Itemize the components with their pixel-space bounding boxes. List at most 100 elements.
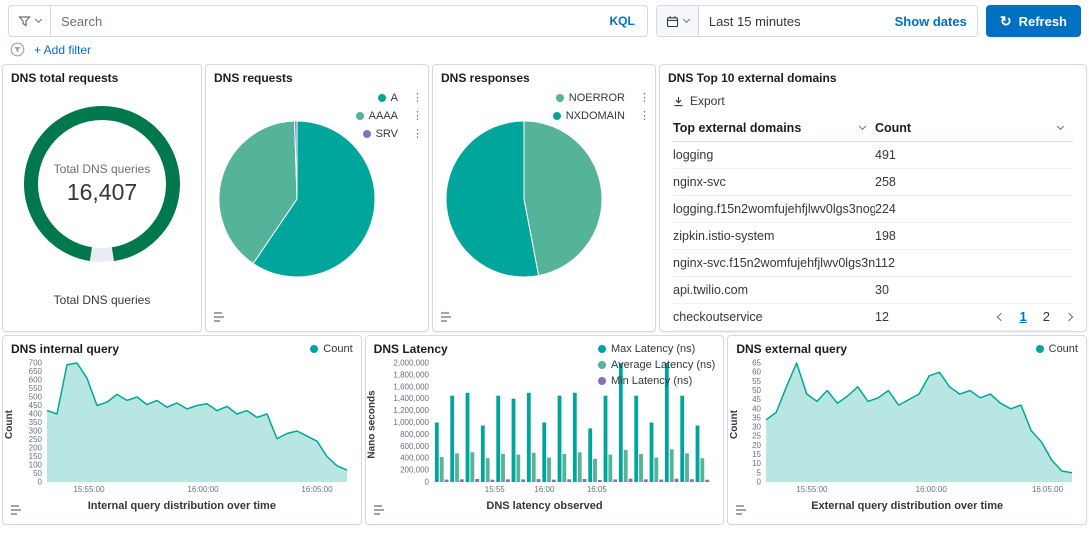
legend-toggle-icon[interactable] <box>10 504 28 519</box>
domain-cell: zipkin.istio-system <box>673 223 875 250</box>
svg-text:550: 550 <box>29 384 43 393</box>
legend-item[interactable]: Count <box>1036 343 1078 355</box>
svg-text:300: 300 <box>29 427 43 436</box>
count-cell: 198 <box>875 223 1073 250</box>
refresh-button[interactable]: ↻ Refresh <box>986 5 1081 37</box>
download-icon <box>673 96 684 107</box>
show-dates-button[interactable]: Show dates <box>885 14 977 29</box>
svg-text:15:55: 15:55 <box>484 485 505 494</box>
legend-item[interactable]: A⋮ <box>378 91 423 104</box>
legend-options-icon[interactable]: ⋮ <box>412 91 423 104</box>
legend-options-icon[interactable]: ⋮ <box>412 109 423 122</box>
panel-top-external-domains: DNS Top 10 external domains Export Top e… <box>659 64 1087 332</box>
svg-text:2,000,000: 2,000,000 <box>393 359 429 368</box>
panel-dns-external-query: DNS external query Count Count 051015202… <box>727 335 1087 525</box>
legend-dot-icon <box>1036 345 1044 353</box>
legend-toggle-icon[interactable] <box>440 311 458 326</box>
legend-item[interactable]: Min Latency (ns) <box>598 375 692 387</box>
legend-dot-icon <box>356 112 364 120</box>
legend-options-icon[interactable]: ⋮ <box>639 109 650 122</box>
add-filter-button[interactable]: + Add filter <box>34 43 91 57</box>
column-header-domains[interactable]: Top external domains <box>673 115 875 142</box>
area-chart[interactable]: 0510152025303540455055606515:55:0016:00:… <box>740 356 1082 494</box>
previous-page-icon[interactable] <box>996 312 1004 320</box>
next-page-icon[interactable] <box>1065 312 1073 320</box>
date-picker: Last 15 minutes Show dates <box>656 5 978 37</box>
legend-dot-icon <box>598 345 606 353</box>
legend-label: NOERROR <box>569 92 625 104</box>
panel-title: DNS total requests <box>3 65 201 87</box>
svg-text:1,200,000: 1,200,000 <box>393 406 429 415</box>
area-chart[interactable]: 0501001502002503003504004505005506006507… <box>15 356 357 494</box>
legend-label: SRV <box>376 128 398 140</box>
column-header-count[interactable]: Count <box>875 115 1073 142</box>
refresh-label: Refresh <box>1019 14 1067 29</box>
legend-dot-icon <box>553 112 561 120</box>
saved-query-menu-button[interactable] <box>9 6 51 36</box>
legend-label: Min Latency (ns) <box>611 375 692 387</box>
legend-options-icon[interactable]: ⋮ <box>412 127 423 140</box>
panel-title: DNS internal query <box>3 336 361 358</box>
svg-text:40: 40 <box>752 404 761 413</box>
page-1-button[interactable]: 1 <box>1020 309 1027 324</box>
table-row: logging491 <box>673 142 1073 169</box>
svg-text:16:00:00: 16:00:00 <box>187 485 219 494</box>
legend-item[interactable]: Average Latency (ns) <box>598 359 715 371</box>
chevron-down-icon <box>35 16 42 23</box>
filter-manager-icon[interactable] <box>10 42 25 57</box>
legend-item[interactable]: AAAA⋮ <box>356 109 423 122</box>
page-2-button[interactable]: 2 <box>1043 309 1050 324</box>
search-input[interactable] <box>51 6 598 36</box>
count-cell: 30 <box>875 277 1073 304</box>
pie-chart[interactable] <box>444 119 604 279</box>
svg-text:150: 150 <box>29 452 43 461</box>
svg-text:1,600,000: 1,600,000 <box>393 382 429 391</box>
svg-text:600,000: 600,000 <box>400 442 429 451</box>
date-quick-menu-button[interactable] <box>657 6 699 36</box>
svg-text:400: 400 <box>29 410 43 419</box>
table-row: logging.f15n2womfujehfjlwv0lgs3nog....22… <box>673 196 1073 223</box>
count-cell: 258 <box>875 169 1073 196</box>
domain-cell: nginx-svc <box>673 169 875 196</box>
svg-text:15: 15 <box>752 450 761 459</box>
legend-toggle-icon[interactable] <box>213 311 231 326</box>
svg-text:350: 350 <box>29 418 43 427</box>
domain-cell: api.twilio.com <box>673 277 875 304</box>
svg-text:0: 0 <box>38 478 43 487</box>
svg-text:250: 250 <box>29 435 43 444</box>
time-range-display[interactable]: Last 15 minutes <box>699 14 885 29</box>
svg-text:5: 5 <box>757 468 762 477</box>
legend-label: Count <box>1049 343 1078 355</box>
svg-text:650: 650 <box>29 367 43 376</box>
panel-title: DNS Top 10 external domains <box>660 65 1086 87</box>
saved-query-icon <box>18 15 31 28</box>
legend-toggle-icon[interactable] <box>373 504 391 519</box>
chart-x-title: DNS latency observed <box>366 500 724 512</box>
legend-dot-icon <box>363 130 371 138</box>
export-button[interactable]: Export <box>660 87 738 113</box>
svg-text:500: 500 <box>29 393 43 402</box>
count-cell: 491 <box>875 142 1073 169</box>
legend-options-icon[interactable]: ⋮ <box>639 91 650 104</box>
sort-chevron-icon <box>1057 123 1064 130</box>
chart-legend: Max Latency (ns) Average Latency (ns) Min … <box>598 343 715 387</box>
legend-item[interactable]: Max Latency (ns) <box>598 343 695 355</box>
table-row: nginx-svc.f15n2womfujehfjlwv0lgs3no...11… <box>673 250 1073 277</box>
column-header-label: Count <box>875 121 911 135</box>
legend-toggle-icon[interactable] <box>735 504 753 519</box>
legend-item[interactable]: NXDOMAIN⋮ <box>553 109 650 122</box>
pie-chart[interactable] <box>217 119 377 279</box>
kql-language-button[interactable]: KQL <box>598 14 647 28</box>
chart-legend: Count <box>1036 343 1078 355</box>
svg-text:16:05: 16:05 <box>586 485 607 494</box>
svg-text:15:55:00: 15:55:00 <box>73 485 105 494</box>
legend-item[interactable]: Count <box>310 343 352 355</box>
sort-chevron-icon <box>859 123 866 130</box>
svg-text:60: 60 <box>752 368 761 377</box>
panel-title: DNS external query <box>728 336 1086 358</box>
legend-item[interactable]: SRV ⋮ <box>363 127 423 140</box>
svg-text:0: 0 <box>424 478 429 487</box>
panel-dns-latency: DNS Latency Max Latency (ns)Average Late… <box>365 335 725 525</box>
legend-item[interactable]: NOERROR ⋮ <box>556 91 650 104</box>
domains-table: Top external domains Count logging491ngi… <box>673 115 1073 331</box>
